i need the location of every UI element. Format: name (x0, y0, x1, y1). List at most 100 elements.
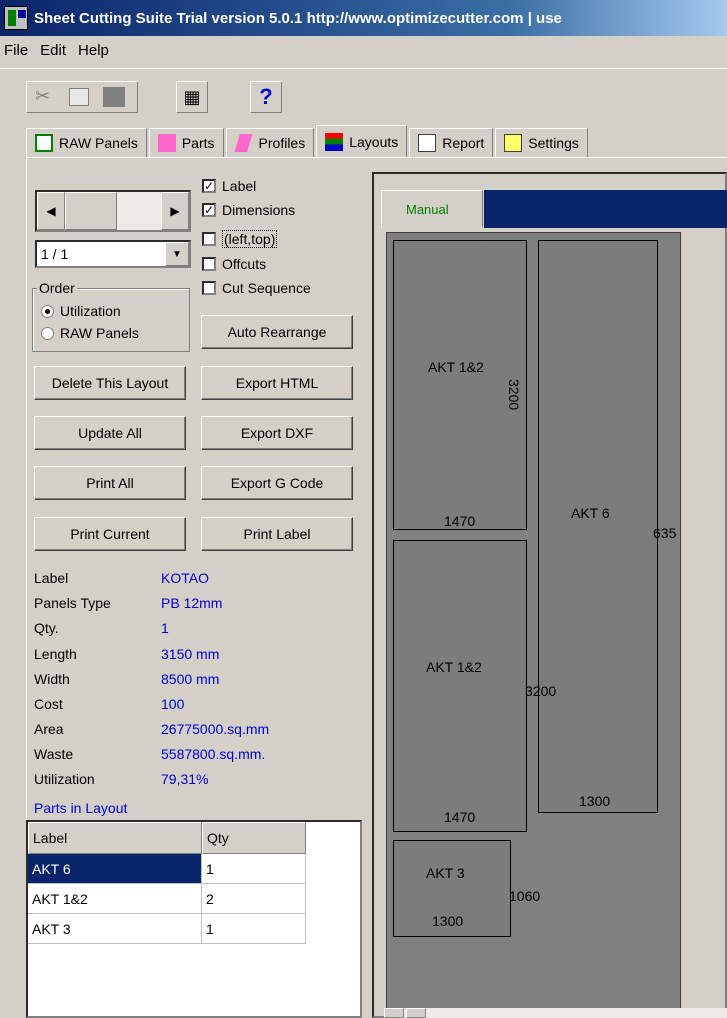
scroll-thumb[interactable] (65, 192, 117, 230)
calculator-button[interactable]: ▦ (176, 81, 208, 113)
part-width-dim: 1470 (444, 513, 476, 529)
layout-part[interactable]: AKT 1&2 1470 (393, 540, 527, 832)
parts-in-layout-title: Parts in Layout (34, 800, 128, 816)
order-group-title: Order (37, 280, 77, 296)
part-label: AKT 6 (571, 505, 610, 521)
menu-help[interactable]: Help (78, 42, 109, 59)
cut-icon[interactable]: ✂ (35, 86, 50, 107)
raw-panel-sheet[interactable]: AKT 1&2 3200 1470 AKT 6 1300 635 AKT 1&2… (386, 232, 681, 1012)
column-header-qty[interactable]: Qty (202, 822, 306, 854)
scroll-left-button[interactable] (384, 1008, 404, 1018)
part-label: AKT 3 (426, 865, 465, 881)
raw-panel-icon (35, 134, 53, 152)
export-html-button[interactable]: Export HTML (201, 366, 353, 400)
info-label-length: Length (34, 646, 77, 662)
left-top-checkbox[interactable]: (left,top) (202, 230, 278, 248)
auto-rearrange-button[interactable]: Auto Rearrange (201, 315, 353, 349)
copy-icon[interactable] (69, 88, 89, 106)
print-all-button[interactable]: Print All (34, 466, 186, 500)
menu-file[interactable]: File (4, 42, 28, 59)
layout-part[interactable]: AKT 3 1300 (393, 840, 511, 937)
paste-icon[interactable] (103, 87, 125, 107)
label-checkbox[interactable]: ✓ Label (202, 178, 256, 194)
tab-parts[interactable]: Parts (148, 128, 224, 158)
delete-layout-button[interactable]: Delete This Layout (34, 366, 186, 400)
tab-layouts[interactable]: Layouts (316, 125, 408, 159)
tab-settings[interactable]: Settings (495, 128, 588, 158)
part-height-dim: 635 (653, 525, 677, 541)
app-icon (4, 6, 28, 30)
info-label-width: Width (34, 671, 70, 687)
print-current-button[interactable]: Print Current (34, 517, 186, 551)
calculator-icon: ▦ (183, 86, 201, 107)
scroll-right-button[interactable] (406, 1008, 426, 1018)
info-label-waste: Waste (34, 746, 74, 762)
part-width-dim: 1470 (444, 809, 476, 825)
table-row[interactable]: AKT 3 1 (28, 914, 334, 944)
cell-qty: 1 (202, 914, 306, 944)
offcuts-checkbox[interactable]: Offcuts (202, 256, 266, 272)
export-gcode-button[interactable]: Export G Code (201, 466, 353, 500)
right-arrow-icon: ▶ (170, 204, 180, 218)
info-label-qty: Qty. (34, 620, 59, 636)
tab-raw-panels[interactable]: RAW Panels (26, 128, 147, 158)
layout-tab-bar (484, 190, 727, 228)
info-value-label: KOTAO (161, 570, 209, 586)
info-value-width: 8500 mm (161, 671, 220, 687)
main-tabs: RAW Panels Parts Profiles Layouts Report… (26, 124, 590, 159)
help-button[interactable]: ? (250, 81, 282, 113)
menu-bar: File Edit Help (0, 36, 727, 64)
info-label-utilization: Utilization (34, 771, 95, 787)
tab-profiles[interactable]: Profiles (225, 128, 315, 158)
parts-table[interactable]: Label Qty AKT 6 1 AKT 1&2 2 AKT 3 1 (26, 820, 362, 1018)
layout-hscrollbar[interactable] (384, 1008, 727, 1018)
part-height-dim: 1060 (509, 888, 541, 904)
print-label-button[interactable]: Print Label (201, 517, 353, 551)
info-value-utilization: 79,31% (161, 771, 209, 787)
order-raw-panels-radio[interactable]: RAW Panels (41, 325, 139, 341)
unchecked-icon (202, 257, 216, 271)
menu-edit[interactable]: Edit (40, 42, 66, 59)
cell-label: AKT 3 (28, 914, 202, 944)
scroll-track[interactable] (117, 192, 161, 230)
layouts-icon (325, 133, 344, 151)
order-utilization-radio[interactable]: Utilization (41, 303, 121, 319)
scroll-left-button[interactable]: ◀ (37, 192, 65, 230)
profiles-icon (234, 134, 253, 152)
info-label-label: Label (34, 570, 69, 586)
tab-report[interactable]: Report (409, 128, 494, 158)
part-height-dim: 3200 (525, 683, 557, 699)
part-height-dim: 3200 (506, 379, 522, 411)
report-icon (418, 134, 437, 152)
table-row[interactable]: AKT 1&2 2 (28, 884, 334, 914)
info-value-panels-type: PB 12mm (161, 595, 223, 611)
tab-manual[interactable]: Manual (381, 190, 483, 228)
export-dxf-button[interactable]: Export DXF (201, 416, 353, 450)
checked-icon: ✓ (202, 179, 216, 193)
dimensions-checkbox[interactable]: ✓ Dimensions (202, 202, 295, 218)
edit-button-group: ✂ (26, 81, 138, 113)
update-all-button[interactable]: Update All (34, 416, 186, 450)
layout-part[interactable]: AKT 1&2 3200 1470 (393, 240, 527, 530)
unchecked-icon (202, 281, 216, 295)
dropdown-button[interactable]: ▼ (165, 242, 189, 266)
part-label: AKT 1&2 (428, 359, 484, 375)
radio-icon (41, 326, 54, 340)
layout-page-select[interactable]: 1 / 1 ▼ (35, 240, 191, 268)
scroll-right-button[interactable]: ▶ (161, 192, 189, 230)
radio-selected-icon (41, 304, 54, 318)
layout-part[interactable]: AKT 6 1300 (538, 240, 658, 813)
column-header-label[interactable]: Label (28, 822, 202, 854)
toolbar: ✂ ▦ ? (0, 68, 727, 120)
layout-scrollbar[interactable]: ◀ ▶ (35, 190, 191, 232)
cell-qty: 2 (202, 884, 306, 914)
help-icon: ? (259, 84, 273, 109)
info-value-waste: 5587800.sq.mm. (161, 746, 266, 762)
info-value-area: 26775000.sq.mm (161, 721, 270, 737)
table-row[interactable]: AKT 6 1 (28, 854, 334, 884)
left-arrow-icon: ◀ (46, 204, 56, 218)
cut-sequence-checkbox[interactable]: Cut Sequence (202, 280, 311, 296)
cell-qty: 1 (202, 854, 306, 884)
part-width-dim: 1300 (579, 793, 611, 809)
part-width-dim: 1300 (432, 913, 464, 929)
